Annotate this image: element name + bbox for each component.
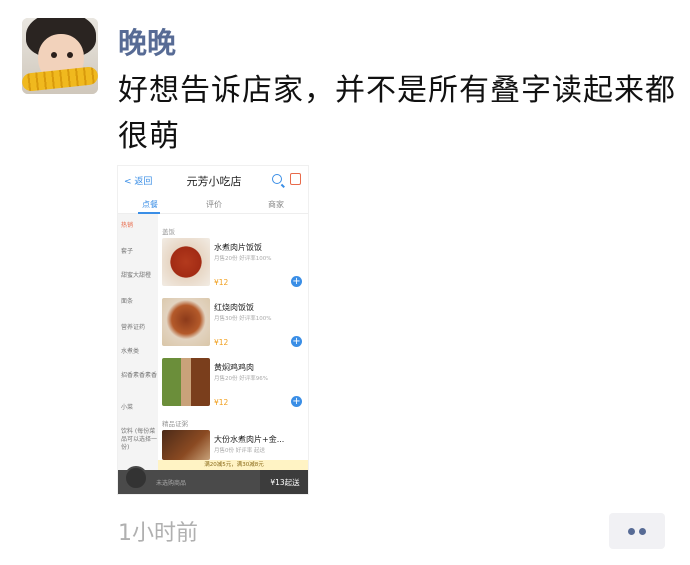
post-time: 1小时前 xyxy=(118,521,198,546)
dish-name: 大份水煮肉片+金... xyxy=(214,435,285,444)
dot xyxy=(639,528,646,535)
dish-meta: 月售20份 好评率100% xyxy=(214,256,272,262)
dish-photo xyxy=(162,298,210,346)
dish-item[interactable]: 水煮肉片饭饭 月售20份 好评率100% ¥12 + xyxy=(162,238,308,296)
dish-item[interactable]: 黄焖鸡鸡肉 月售20份 好评率96% ¥12 + xyxy=(162,358,308,416)
avatar[interactable] xyxy=(22,18,98,94)
add-to-cart-icon[interactable]: + xyxy=(291,276,302,287)
section-title-extra: 精品证粥 xyxy=(162,420,188,428)
dish-name: 红烧肉饭饭 xyxy=(214,303,254,312)
avatar-eye-right xyxy=(67,52,73,58)
author-name[interactable]: 晚晚 xyxy=(118,20,176,62)
sidebar-item-hot[interactable]: 热销 xyxy=(121,222,157,230)
more-dots-icon[interactable] xyxy=(609,513,665,549)
avatar-eye-left xyxy=(51,52,57,58)
dish-name: 黄焖鸡鸡肉 xyxy=(214,363,254,372)
tab-reviews[interactable]: 评价 xyxy=(206,199,222,210)
add-to-cart-icon[interactable]: + xyxy=(291,336,302,347)
attached-screenshot[interactable]: < 返回 元芳小吃店 点餐 评价 商家 热销 套子 甜蜜大甜橙 面条 营养证药 … xyxy=(117,165,309,495)
dish-item[interactable]: 大份水煮肉片+金... 月售0份 好评率 起送 xyxy=(162,430,308,460)
cart-icon[interactable] xyxy=(124,466,148,490)
sidebar-item-1[interactable]: 套子 xyxy=(121,248,157,256)
favorite-icon[interactable] xyxy=(290,173,301,185)
sidebar-item-6[interactable]: 招香素香素香 xyxy=(121,372,157,380)
dish-photo xyxy=(162,238,210,286)
cart-bar: 未选购商品 ¥13起送 xyxy=(118,466,308,494)
dish-photo xyxy=(162,430,210,460)
dish-meta: 月售0份 好评率 起送 xyxy=(214,448,265,454)
category-sidebar: 热销 套子 甜蜜大甜橙 面条 营养证药 水煮类 招香素香素香 小菜 饮料 (每份… xyxy=(118,214,158,470)
app-header: < 返回 元芳小吃店 xyxy=(118,166,308,196)
dish-meta: 月售30份 好评率100% xyxy=(214,316,272,322)
section-title-main: 盖饭 xyxy=(162,228,175,236)
min-order-button[interactable]: ¥13起送 xyxy=(260,470,308,494)
cart-status: 未选购商品 xyxy=(156,480,187,487)
promo-notice: 满20减5元，满30减8元 xyxy=(158,460,308,470)
dish-price: ¥12 xyxy=(214,278,229,287)
sidebar-item-4[interactable]: 营养证药 xyxy=(121,324,157,332)
tab-order[interactable]: 点餐 xyxy=(142,199,158,210)
dish-item[interactable]: 红烧肉饭饭 月售30份 好评率100% ¥12 + xyxy=(162,298,308,356)
tab-merchant[interactable]: 商家 xyxy=(268,199,284,210)
sidebar-item-3[interactable]: 面条 xyxy=(121,298,157,306)
sidebar-item-5[interactable]: 水煮类 xyxy=(121,348,157,356)
dish-photo xyxy=(162,358,210,406)
dish-price: ¥12 xyxy=(214,398,229,407)
sidebar-item-8[interactable]: 饮料 (每份菜品可以选择一份) xyxy=(121,428,157,452)
dish-name: 水煮肉片饭饭 xyxy=(214,243,262,252)
sidebar-item-7[interactable]: 小菜 xyxy=(121,404,157,412)
sidebar-item-2[interactable]: 甜蜜大甜橙 xyxy=(121,272,157,280)
dish-price: ¥12 xyxy=(214,338,229,347)
dot xyxy=(628,528,635,535)
add-to-cart-icon[interactable]: + xyxy=(291,396,302,407)
message-text: 好想告诉店家，并不是所有叠字读起来都很萌 xyxy=(118,73,676,154)
search-icon[interactable] xyxy=(272,174,282,184)
dish-meta: 月售20份 好评率96% xyxy=(214,376,268,382)
tab-bar: 点餐 评价 商家 xyxy=(118,196,308,214)
